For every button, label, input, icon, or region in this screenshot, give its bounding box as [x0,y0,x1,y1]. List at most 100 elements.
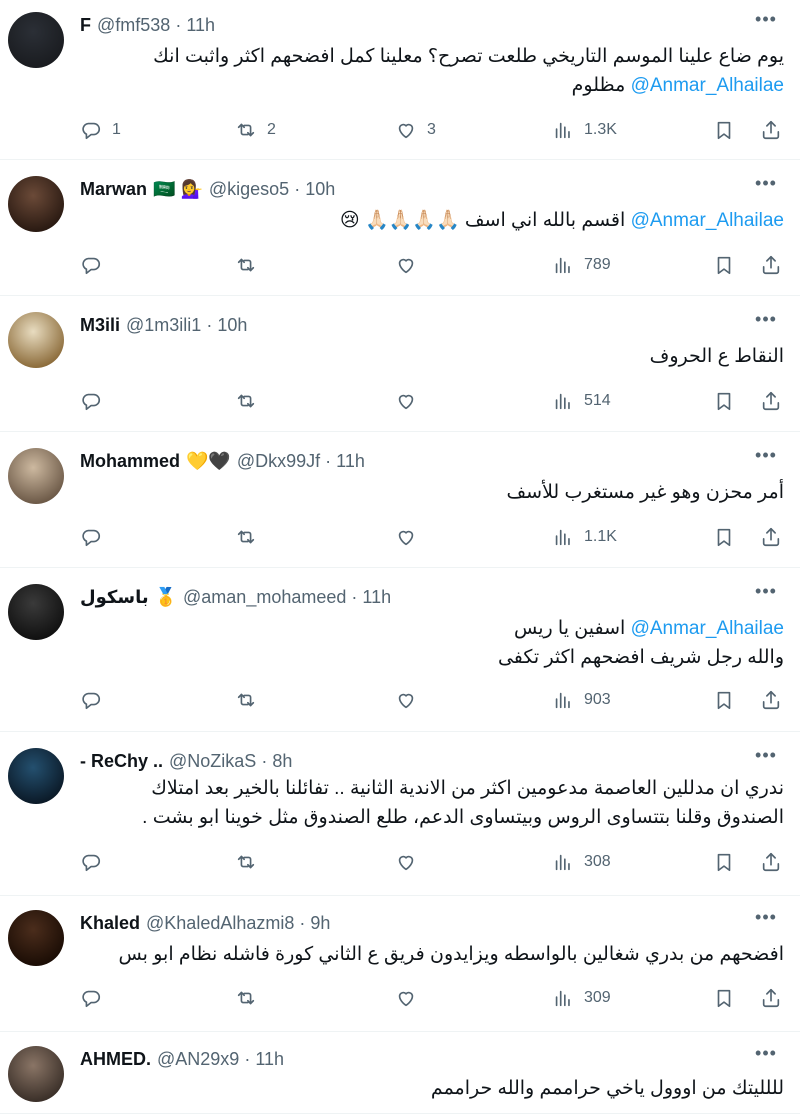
bookmark-icon [717,989,731,1008]
more-dots-icon[interactable]: ••• [754,746,778,772]
more-dots-icon[interactable]: ••• [754,1044,778,1070]
views-button[interactable]: 789 [552,252,611,278]
avatar[interactable] [8,748,64,804]
share-button[interactable] [760,524,782,550]
bookmark-button[interactable] [713,252,735,278]
display-name[interactable]: Mohammed [80,451,180,472]
bookmark-button[interactable] [713,985,735,1011]
user-handle[interactable]: @KhaledAlhazmi8 [146,913,294,934]
display-name[interactable]: AHMED. [80,1049,151,1070]
more-dots-icon[interactable]: ••• [754,10,778,36]
bookmark-button[interactable] [713,524,735,550]
display-name[interactable]: - ReChy .. [80,751,163,772]
views-button[interactable]: 903 [552,687,611,713]
user-handle[interactable]: @kigeso5 [209,179,289,200]
reply-button[interactable] [80,388,112,414]
like-button[interactable] [395,849,427,875]
views-button[interactable]: 309 [552,985,611,1011]
tweet-header: باسكول 🥇 @aman_mohameed · 11h [80,586,391,608]
share-button[interactable] [760,117,782,143]
share-button[interactable] [760,985,782,1011]
views-button[interactable]: 308 [552,849,611,875]
display-name[interactable]: Marwan [80,179,147,200]
share-button[interactable] [760,388,782,414]
more-dots-icon[interactable]: ••• [754,174,778,200]
views-button[interactable]: 514 [552,388,611,414]
user-handle[interactable]: @fmf538 [97,15,170,36]
share-button[interactable] [760,687,782,713]
more-dots-icon[interactable]: ••• [754,310,778,336]
views-button[interactable]: 1.3K [552,117,617,143]
heart-icon [398,855,414,871]
share-button[interactable] [760,849,782,875]
repost-button[interactable] [235,388,267,414]
more-dots-icon[interactable]: ••• [754,446,778,472]
bookmark-button[interactable] [713,687,735,713]
timestamp[interactable]: 10h [217,315,247,336]
user-handle[interactable]: @1m3ili1 [126,315,201,336]
reply-button[interactable] [80,985,112,1011]
repost-button[interactable] [235,524,267,550]
avatar[interactable] [8,910,64,966]
timestamp[interactable]: 8h [272,751,292,772]
mention-link[interactable]: @Anmar_Alhailae [631,75,784,96]
reply-button[interactable] [80,524,112,550]
user-handle[interactable]: @NoZikaS [169,751,256,772]
bookmark-button[interactable] [713,388,735,414]
share-button[interactable] [760,252,782,278]
repost-button[interactable]: 2 [235,117,276,143]
timestamp[interactable]: 11h [186,15,215,36]
repost-button[interactable] [235,687,267,713]
display-name[interactable]: M3ili [80,315,120,336]
reply-icon [82,257,100,275]
timestamp[interactable]: 11h [255,1049,284,1070]
like-button[interactable]: 3 [395,117,436,143]
timestamp[interactable]: 11h [362,587,391,608]
repost-button[interactable] [235,252,267,278]
tweet-text: ندري ان مدللين العاصمة مدعومين اكثر من ا… [151,778,784,799]
name-emoji-badges: 🥇 [154,586,178,607]
like-button[interactable] [395,687,427,713]
views-button[interactable]: 1.1K [552,524,617,550]
avatar[interactable] [8,176,64,232]
reply-button[interactable] [80,687,112,713]
display-name[interactable]: باسكول [80,587,149,608]
like-button[interactable] [395,252,427,278]
avatar[interactable] [8,584,64,640]
avatar[interactable] [8,12,64,68]
like-button[interactable] [395,985,427,1011]
avatar[interactable] [8,1046,64,1102]
user-handle[interactable]: @aman_mohameed [183,587,346,608]
like-button[interactable] [395,388,427,414]
tweet-text-line: الصندوق وقلنا بتتساوى الروس وبيتساوى الد… [84,803,784,832]
timestamp[interactable]: 11h [336,451,365,472]
repost-button[interactable] [235,985,267,1011]
mention-link[interactable]: @Anmar_Alhailae [631,618,784,639]
separator-dot: · [351,586,358,607]
more-dots-icon[interactable]: ••• [754,908,778,934]
timestamp[interactable]: 10h [305,179,335,200]
views-count: 308 [584,853,611,870]
share-icon [762,852,780,872]
user-handle[interactable]: @AN29x9 [157,1049,239,1070]
mention-link[interactable]: @Anmar_Alhailae [631,210,784,231]
repost-button[interactable] [235,849,267,875]
avatar[interactable] [8,448,64,504]
separator-dot: · [325,450,332,471]
more-dots-icon[interactable]: ••• [754,582,778,608]
timestamp[interactable]: 9h [310,913,330,934]
tweet-text: مظلوم [571,75,626,96]
bookmark-button[interactable] [713,849,735,875]
reply-button[interactable] [80,849,112,875]
action-bar: 903 [80,687,780,713]
reply-button[interactable] [80,252,112,278]
display-name[interactable]: F [80,15,91,36]
display-name[interactable]: Khaled [80,913,140,934]
tweet-body: ندري ان مدللين العاصمة مدعومين اكثر من ا… [84,774,784,832]
user-handle[interactable]: @Dkx99Jf [237,451,320,472]
avatar[interactable] [8,312,64,368]
like-button[interactable] [395,524,427,550]
reply-button[interactable]: 1 [80,117,121,143]
share-icon [762,120,780,140]
bookmark-button[interactable] [713,117,735,143]
